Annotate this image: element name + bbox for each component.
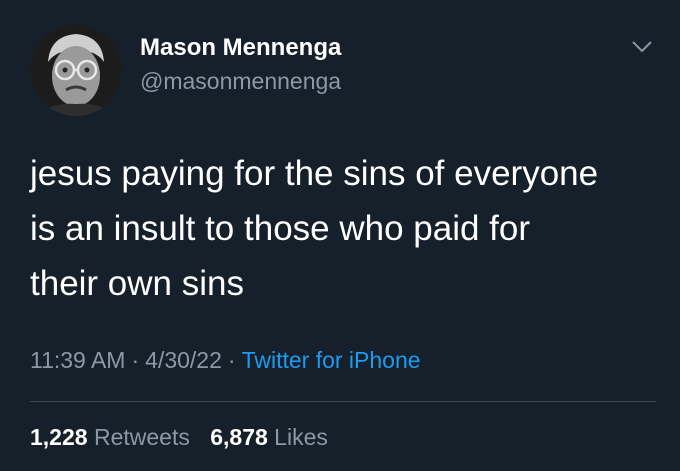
- likes-label: Likes: [274, 424, 328, 450]
- divider: [30, 401, 656, 402]
- tweet-text: jesus paying for the sins of everyone is…: [30, 154, 599, 303]
- user-handle[interactable]: @masonmennenga: [140, 68, 341, 95]
- tweet-card: Mason Mennenga @masonmennenga jesus payi…: [0, 0, 680, 471]
- retweets-stat[interactable]: 1,228 Retweets: [30, 424, 196, 450]
- tweet-metadata: 11:39 AM · 4/30/22 · Twitter for iPhone: [30, 347, 421, 374]
- tweet-date[interactable]: 4/30/22: [145, 347, 222, 373]
- retweets-count: 1,228: [30, 424, 88, 450]
- separator: ·: [227, 347, 236, 373]
- chevron-down-icon[interactable]: [628, 36, 656, 58]
- avatar[interactable]: [30, 24, 122, 116]
- tweet-source-link[interactable]: Twitter for iPhone: [242, 347, 421, 373]
- tweet-time[interactable]: 11:39 AM: [30, 347, 125, 373]
- likes-count: 6,878: [210, 424, 268, 450]
- profile-photo-icon: [30, 24, 122, 116]
- separator: ·: [131, 347, 140, 373]
- likes-stat[interactable]: 6,878 Likes: [210, 424, 328, 450]
- engagement-stats: 1,228 Retweets 6,878 Likes: [30, 424, 342, 451]
- display-name[interactable]: Mason Mennenga: [140, 34, 341, 62]
- retweets-label: Retweets: [93, 424, 190, 450]
